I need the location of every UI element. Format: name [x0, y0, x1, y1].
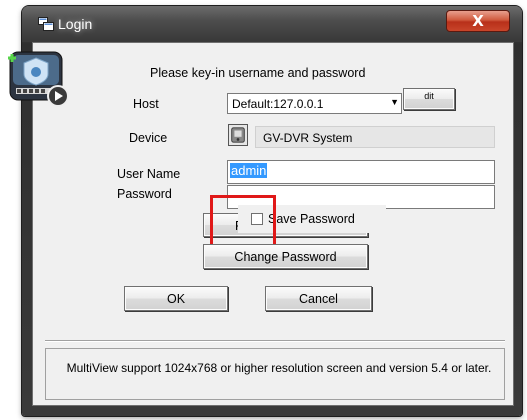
close-button[interactable]: X: [446, 10, 510, 32]
close-icon: X: [472, 12, 484, 30]
change-password-button[interactable]: Change Password: [203, 244, 368, 269]
window-title: Login: [58, 16, 93, 32]
device-field: GV-DVR System: [255, 126, 495, 148]
host-value: Default:127.0.0.1: [232, 97, 324, 111]
host-label: Host: [133, 97, 159, 111]
user-name-label: User Name: [117, 167, 181, 181]
cancel-button[interactable]: Cancel: [265, 286, 372, 311]
info-message: MultiView support 1024x768 or higher res…: [66, 361, 492, 375]
device-label: Device: [129, 131, 168, 145]
save-password-label[interactable]: Save Password: [268, 212, 355, 226]
device-value: GV-DVR System: [263, 131, 353, 145]
edit-host-button[interactable]: dit: [403, 88, 455, 110]
user-name-value: admin: [230, 163, 268, 178]
login-window-icon: [38, 17, 54, 31]
login-prompt: Please key-in username and password: [150, 66, 366, 80]
divider: [45, 340, 505, 342]
password-label: Password: [117, 187, 172, 201]
multiview-app-icon: [8, 51, 69, 107]
chevron-down-icon[interactable]: ▼: [390, 97, 399, 107]
host-select[interactable]: Default:127.0.0.1 ▼: [227, 93, 402, 114]
device-icon: [228, 124, 248, 146]
ok-button[interactable]: OK: [124, 286, 228, 311]
user-name-input[interactable]: admin: [227, 160, 495, 184]
